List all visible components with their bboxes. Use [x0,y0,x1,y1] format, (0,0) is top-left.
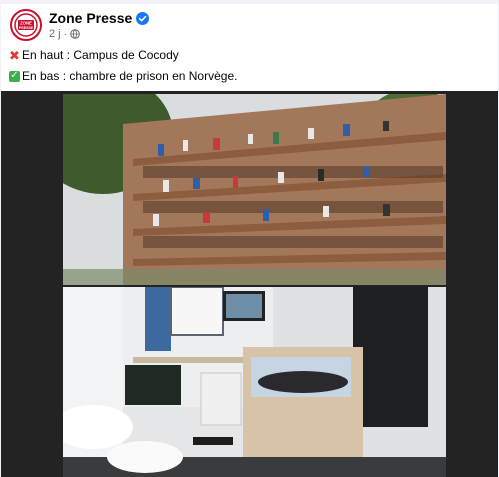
page-name-link[interactable]: Zone Presse [49,10,150,26]
verified-badge-icon [136,11,150,25]
svg-text:ZONE: ZONE [20,21,32,26]
post-line-text: En haut : Campus de Cocody [22,48,179,62]
post-card: ZONE PRESSE Zone Presse 2 j · ✖ En haut … [1,4,498,477]
post-line-top: ✖ En haut : Campus de Cocody [9,48,237,62]
post-timestamp[interactable]: 2 j [49,28,61,40]
avatar[interactable]: ZONE PRESSE [10,9,42,41]
meta-separator: · [63,28,67,40]
post-line-bottom: ✓ En bas : chambre de prison en Norvège. [9,69,237,83]
prison-cell-photo[interactable] [63,287,446,477]
globe-icon[interactable] [70,29,80,39]
post-media[interactable] [1,91,498,477]
page-name: Zone Presse [49,10,133,26]
post-line-text: En bas : chambre de prison en Norvège. [22,69,238,83]
post-text: ✖ En haut : Campus de Cocody ✓ En bas : … [9,48,237,83]
prison-cell-image [63,287,446,477]
green-check-icon: ✓ [9,70,20,82]
campus-photo[interactable] [63,94,446,285]
campus-building-image [63,94,446,285]
post-meta: 2 j · [49,28,80,40]
post-header: ZONE PRESSE Zone Presse 2 j · [1,4,498,44]
red-cross-icon: ✖ [9,47,20,63]
svg-text:PRESSE: PRESSE [19,26,34,30]
zone-presse-logo-icon: ZONE PRESSE [13,12,39,38]
